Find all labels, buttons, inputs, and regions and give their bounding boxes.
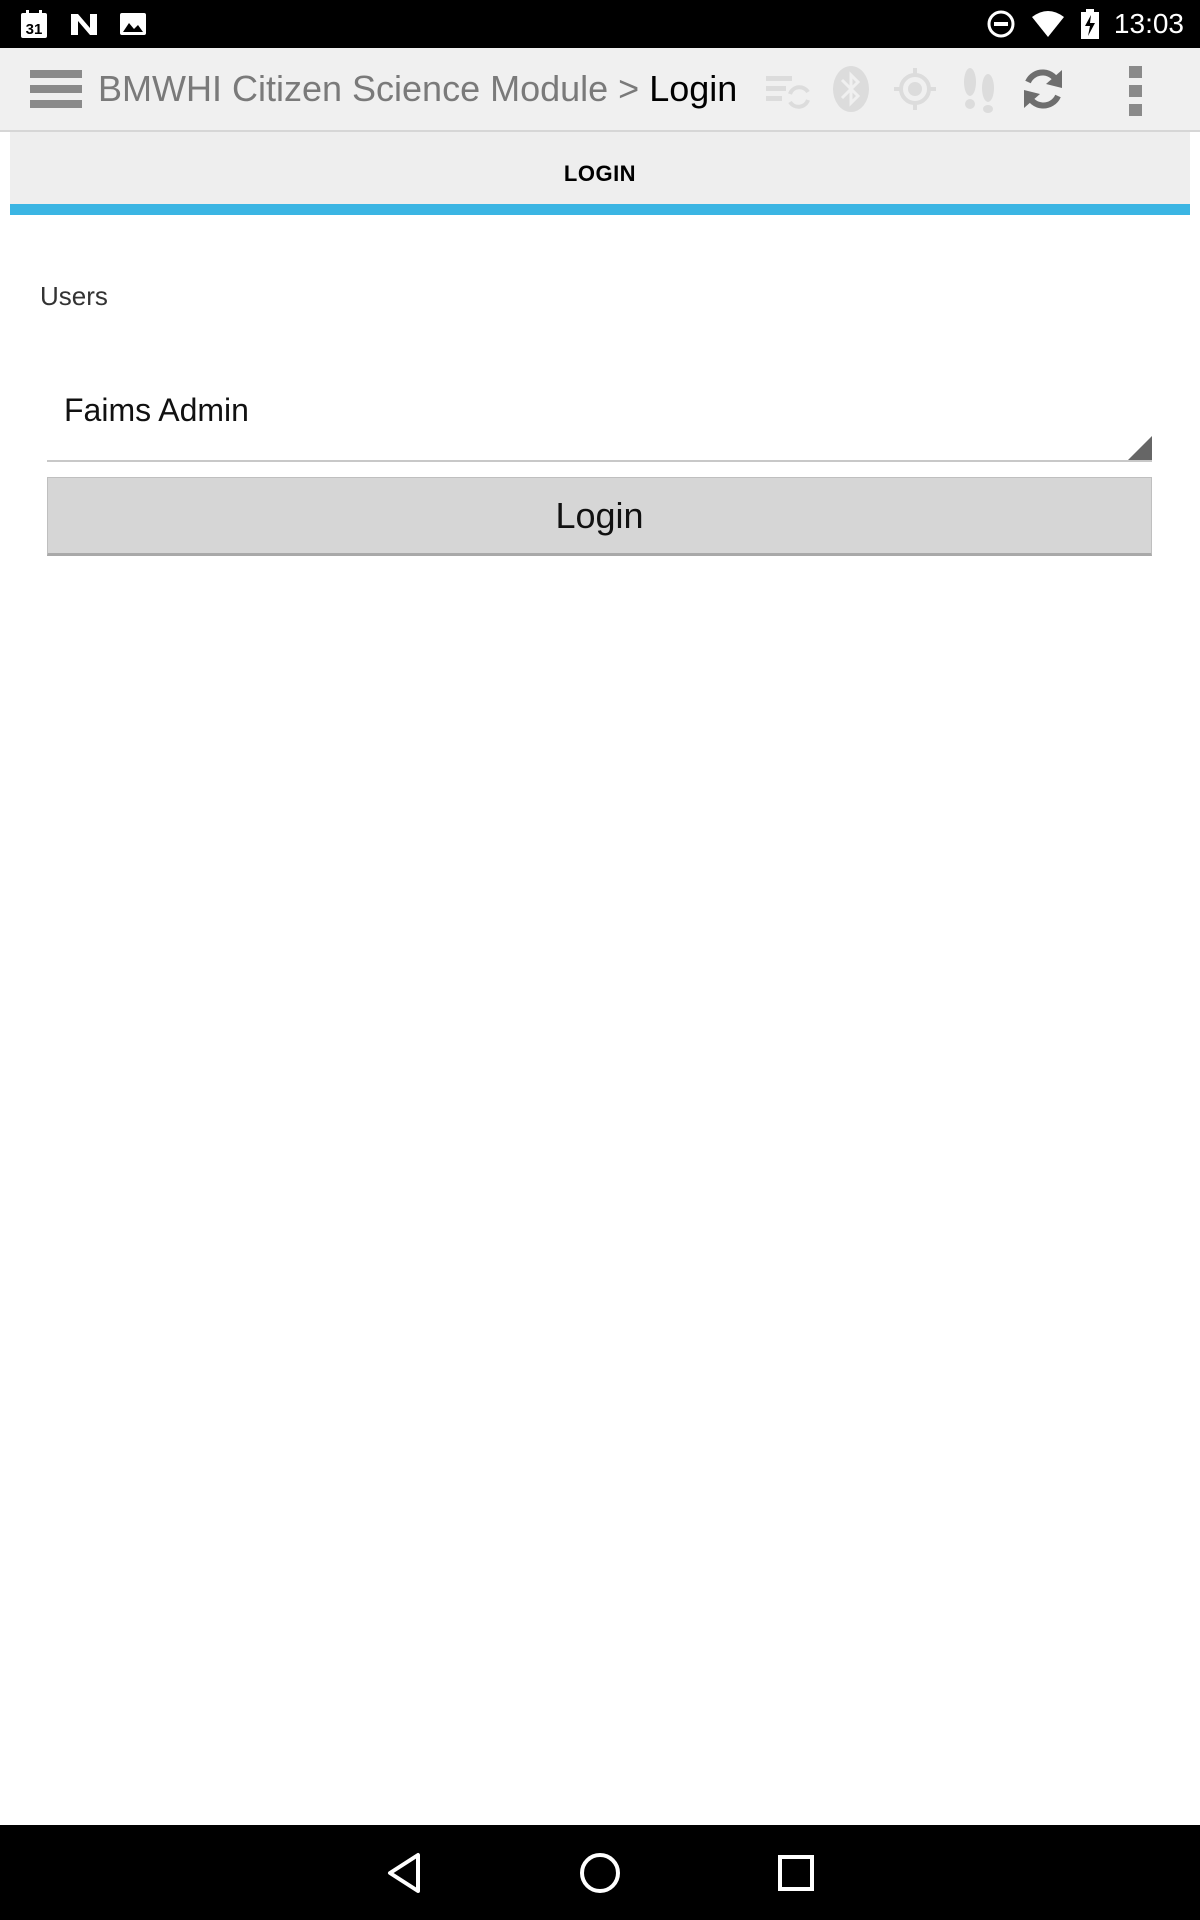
action-bar: BMWHI Citizen Science Module > Login (0, 48, 1200, 132)
do-not-disturb-icon (987, 10, 1015, 38)
tab-label: LOGIN (563, 161, 637, 186)
dropdown-arrow-icon (1128, 436, 1152, 460)
n-app-icon (71, 14, 97, 35)
hamburger-menu-icon[interactable] (30, 68, 82, 110)
tab-login[interactable]: LOGIN (10, 132, 1190, 204)
back-icon[interactable] (378, 1847, 430, 1899)
home-icon[interactable] (574, 1847, 626, 1899)
module-name: BMWHI Citizen Science Module (98, 68, 609, 109)
sync-list-icon[interactable] (762, 64, 812, 114)
title-separator: > (608, 68, 650, 109)
image-icon (120, 13, 146, 35)
overflow-menu-icon[interactable] (1115, 66, 1157, 116)
page-title: BMWHI Citizen Science Module > Login (98, 66, 737, 112)
navigation-bar (0, 1825, 1200, 1920)
wifi-icon (1031, 11, 1064, 37)
notification-icons: 31 (18, 8, 148, 40)
users-dropdown[interactable]: Faims Admin (47, 370, 1152, 462)
selected-user: Faims Admin (64, 392, 249, 428)
calendar-day: 31 (26, 21, 43, 38)
gps-icon[interactable] (890, 64, 940, 114)
calendar-icon: 31 (21, 10, 47, 38)
tab-indicator (10, 204, 1190, 215)
action-bar-icons (762, 64, 1082, 114)
users-label: Users (40, 281, 108, 311)
footsteps-icon[interactable] (954, 64, 1004, 114)
login-form: Users Faims Admin Login (10, 215, 1190, 1825)
login-button[interactable]: Login (47, 477, 1152, 556)
bluetooth-icon[interactable] (826, 64, 876, 114)
clock: 13:03 (1113, 8, 1184, 39)
status-bar: 31 13:03 (0, 0, 1200, 48)
refresh-icon[interactable] (1018, 64, 1068, 114)
recents-icon[interactable] (770, 1847, 822, 1899)
current-page-name: Login (649, 68, 738, 109)
system-icons: 13:03 (986, 6, 1184, 42)
battery-charging-icon (1080, 9, 1099, 39)
